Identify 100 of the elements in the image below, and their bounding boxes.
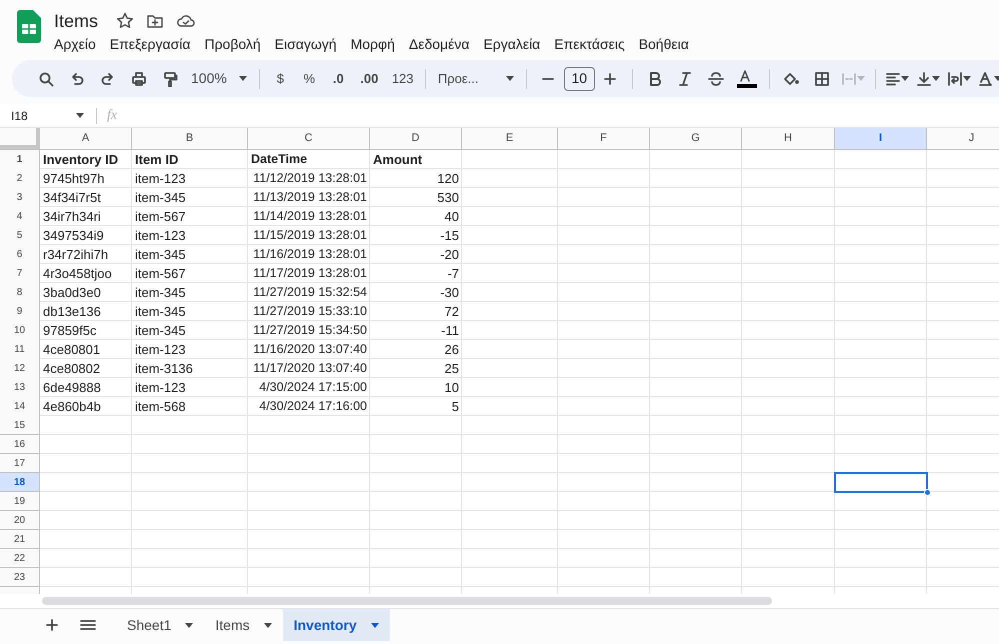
spreadsheet-logo-icon[interactable]	[17, 10, 41, 43]
italic-icon[interactable]	[677, 70, 694, 86]
column-header[interactable]: G	[650, 128, 742, 149]
paint-bucket-icon[interactable]	[782, 70, 800, 86]
merge-cells-icon[interactable]	[841, 70, 858, 86]
menu-item[interactable]: Επεκτάσεις	[552, 35, 627, 53]
cell-selection[interactable]	[834, 472, 928, 493]
column-header[interactable]: B	[132, 128, 248, 149]
row-header[interactable]: 18	[0, 473, 40, 492]
table-cell-text: 97859f5c	[43, 322, 96, 340]
row-header[interactable]: 10	[0, 321, 40, 340]
plus-icon[interactable]	[45, 618, 59, 632]
row-header[interactable]: 21	[0, 530, 40, 549]
table-cell-text: item-345	[135, 322, 186, 340]
row-header[interactable]: 20	[0, 511, 40, 530]
row-header[interactable]: 22	[0, 549, 40, 568]
caret-icon	[238, 76, 247, 81]
table-cell-text: 11/17/2019 13:28:01	[253, 265, 367, 282]
row-header[interactable]: 19	[0, 492, 40, 511]
text-rotation-icon[interactable]	[978, 70, 994, 86]
row-header[interactable]: 5	[0, 226, 40, 246]
table-cell-text: -20	[440, 246, 459, 264]
name-box[interactable]: I18	[0, 104, 86, 128]
column-header[interactable]: I	[835, 128, 927, 149]
row-header[interactable]: 16	[0, 435, 40, 454]
menu-item[interactable]: Εισαγωγή	[272, 35, 339, 53]
column-header[interactable]: J	[927, 128, 999, 149]
star-icon[interactable]	[116, 12, 134, 30]
column-header[interactable]: C	[248, 128, 370, 149]
row-header[interactable]: 11	[0, 340, 40, 360]
vertical-align-icon[interactable]	[916, 70, 932, 86]
caret-icon	[264, 622, 272, 628]
row-header[interactable]: 8	[0, 283, 40, 302]
column-header[interactable]: A	[40, 128, 132, 149]
table-cell-text: -15	[440, 227, 459, 245]
currency-button[interactable]: $	[266, 64, 295, 92]
table-cell-text: 4ce80802	[43, 360, 100, 378]
plus-icon[interactable]	[603, 72, 618, 86]
print-icon[interactable]	[130, 70, 146, 86]
increase-decimals-button[interactable]: .00	[352, 64, 386, 92]
menu-item[interactable]: Δεδομένα	[406, 35, 472, 53]
row-header[interactable]: 15	[0, 416, 40, 435]
menu-icon[interactable]	[80, 618, 96, 632]
search-icon[interactable]	[38, 70, 54, 86]
text-color-icon[interactable]	[736, 69, 758, 88]
percent-button[interactable]: %	[294, 64, 324, 92]
column-header[interactable]: D	[370, 128, 462, 149]
sheet-tab[interactable]: Sheet1	[116, 609, 204, 641]
caret-icon	[76, 113, 84, 118]
row-header[interactable]: 12	[0, 359, 40, 378]
document-title[interactable]: Items	[54, 10, 98, 32]
font-size-field[interactable]: 10	[564, 66, 595, 90]
table-cell-text: -11	[441, 322, 459, 340]
table-cell-text: 4r3o458tjoo	[43, 265, 112, 283]
table-cell-text: r34r72ihi7h	[43, 246, 108, 264]
table-cell-text: item-567	[135, 208, 186, 226]
zoom-dropdown[interactable]: 100%	[185, 64, 253, 92]
row-header[interactable]: 14	[0, 397, 40, 416]
row-header[interactable]: 1	[0, 150, 40, 170]
row-header[interactable]: 9	[0, 302, 40, 322]
text-wrap-icon[interactable]	[947, 70, 964, 86]
column-header[interactable]: E	[462, 128, 558, 149]
row-header[interactable]: 3	[0, 188, 40, 208]
menu-item[interactable]: Προβολή	[202, 35, 263, 53]
table-cell-text: item-3136	[135, 360, 193, 378]
table-cell-text: 530	[437, 189, 459, 207]
horizontal-scrollbar[interactable]	[42, 597, 772, 605]
sheet-tab[interactable]: Items	[204, 609, 283, 641]
menu-item[interactable]: Επεξεργασία	[108, 35, 192, 53]
row-header[interactable]: 13	[0, 378, 40, 398]
redo-icon[interactable]	[100, 70, 116, 86]
column-header[interactable]: H	[742, 128, 835, 149]
sheet-tab[interactable]: Inventory	[282, 609, 390, 641]
strikethrough-icon[interactable]	[707, 70, 726, 86]
menu-item[interactable]: Μορφή	[348, 35, 397, 53]
table-cell-text: 4ce80801	[43, 341, 100, 359]
menu-item[interactable]: Βοήθεια	[636, 35, 691, 53]
row-header[interactable]: 23	[0, 568, 40, 587]
caret-icon	[901, 76, 910, 81]
menu-item[interactable]: Εργαλεία	[481, 35, 542, 53]
font-dropdown[interactable]: Προε...	[432, 64, 520, 92]
table-cell-text: 9745ht97h	[43, 170, 104, 188]
row-header[interactable]: 17	[0, 454, 40, 473]
menu-item[interactable]: Αρχείο	[52, 35, 98, 53]
number-format-button[interactable]: 123	[386, 64, 419, 92]
decrease-decimals-button[interactable]: .0	[324, 64, 353, 92]
table-cell-text: db13e136	[43, 303, 101, 321]
row-header[interactable]: 4	[0, 207, 40, 226]
paint-roller-icon[interactable]	[162, 70, 178, 86]
bold-icon[interactable]	[647, 70, 662, 86]
row-header[interactable]: 6	[0, 245, 40, 264]
row-header[interactable]: 7	[0, 264, 40, 284]
caret-icon	[963, 76, 972, 81]
column-header[interactable]: F	[558, 128, 650, 149]
align-left-icon[interactable]	[885, 70, 902, 86]
borders-icon[interactable]	[814, 70, 830, 86]
table-cell-text: 72	[444, 303, 459, 321]
row-header[interactable]: 2	[0, 169, 40, 188]
table-cell-text: 34f34i7r5t	[43, 189, 101, 207]
table-cell-text: item-345	[135, 246, 186, 264]
